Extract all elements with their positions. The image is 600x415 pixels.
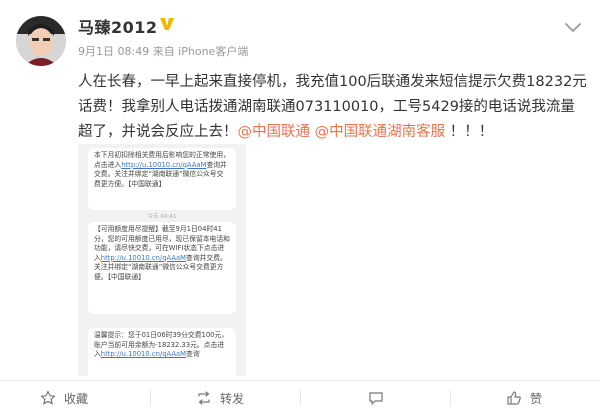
post-meta: 9月1日 08:49 来自 iPhone客户端 — [78, 45, 249, 58]
sms-message: 本下月初扣除相关费用后影响您的正常使用，点击进入http://u.10010.c… — [88, 148, 236, 210]
verified-icon — [160, 18, 174, 30]
post-header: 马臻2012 9月1日 08:49 来自 iPhone客户端 — [0, 0, 600, 68]
divider — [300, 390, 301, 406]
repost-icon — [198, 391, 210, 405]
sms-link: http://u.10010.cn/qAAaM — [121, 160, 207, 169]
user-name[interactable]: 马臻2012 — [78, 14, 158, 38]
post-ending: ！！！ — [449, 124, 494, 140]
comment-button[interactable] — [368, 381, 392, 415]
favorite-label: 收藏 — [64, 391, 89, 406]
like-button[interactable]: 赞 — [506, 381, 542, 415]
sms-message: 【可用额度用尽提醒】截至9月1日04时41分，您的可用额度已用尽，现已保留本电话… — [88, 222, 236, 314]
like-icon — [507, 391, 521, 405]
like-label: 赞 — [530, 391, 543, 406]
favorite-icon — [40, 390, 56, 405]
mention-china-unicom-hunan[interactable]: @中国联通湖南客服 — [315, 124, 446, 140]
sms-link: http://u.10010.cn/qAAaM — [100, 350, 187, 359]
sms-time: 今天 04:41 — [147, 214, 177, 220]
sms-screenshot[interactable]: 本下月初扣除相关费用后影响您的正常使用，点击进入http://u.10010.c… — [78, 144, 246, 376]
chevron-down-icon[interactable] — [562, 16, 584, 38]
sms-message: 温馨提示：您于01日06时39分交费100元，账户当前可用余额为-18232.3… — [88, 328, 236, 376]
comment-icon — [369, 392, 383, 405]
mention-china-unicom[interactable]: @中国联通 — [238, 124, 311, 140]
action-bar: 收藏 转发 赞 — [0, 380, 600, 415]
post-text: 人在长春，一早上起来直接停机，我充值100后联通发来短信提示欠费18232元话费… — [78, 70, 588, 145]
sms-text: 查询 — [186, 350, 200, 359]
avatar[interactable] — [16, 16, 66, 66]
divider — [150, 390, 151, 406]
repost-label: 转发 — [220, 391, 245, 406]
divider — [450, 390, 451, 406]
sms-link: http://u.10010.cn/qAAaM — [100, 253, 187, 262]
repost-button[interactable]: 转发 — [196, 381, 244, 415]
favorite-button[interactable]: 收藏 — [40, 381, 88, 415]
